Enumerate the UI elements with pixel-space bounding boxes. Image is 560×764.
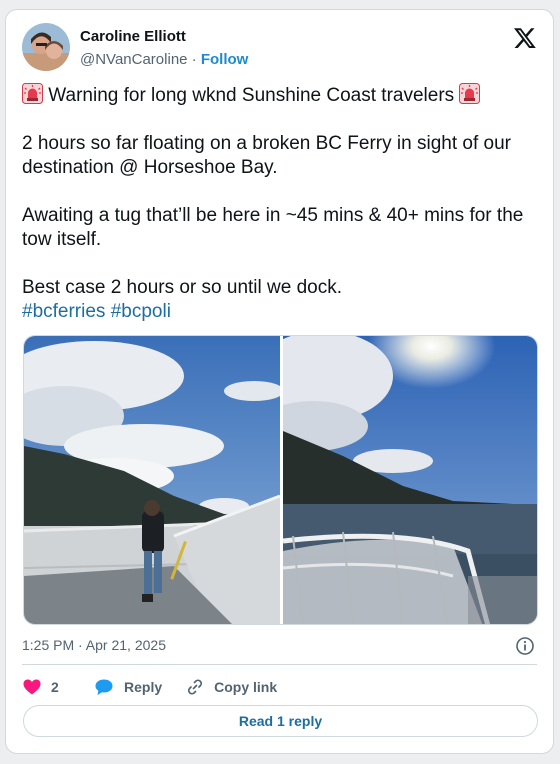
separator-dot: · [191,51,197,68]
copy-link-label: Copy link [214,679,278,695]
tweet-card: Caroline Elliott @NVanCaroline · Follow … [5,9,554,754]
like-count: 2 [51,679,59,695]
author-handle-row: @NVanCaroline · Follow [80,51,248,68]
avatar[interactable] [22,23,70,71]
info-icon[interactable] [515,636,535,656]
media-grid [23,335,538,625]
action-bar: 2 Reply Copy link [22,675,277,699]
link-icon [185,677,205,697]
copy-link-action[interactable]: Copy link [185,677,277,697]
read-replies-label: Read 1 reply [238,713,323,729]
like-button[interactable] [22,677,51,697]
tweet-text-line1: Warning for long wknd Sunshine Coast tra… [48,85,455,106]
hashtag-bcpoli[interactable]: #bcpoli [111,301,171,322]
hashtag-bcferries[interactable]: #bcferries [22,301,105,322]
tweet-body: Warning for long wknd Sunshine Coast tra… [22,83,542,324]
photo-ocean-view[interactable] [253,336,537,624]
heart-icon [22,677,42,697]
read-replies-button[interactable]: Read 1 reply [23,705,538,737]
photo-child-on-ferry-deck[interactable] [24,336,284,624]
author-handle[interactable]: @NVanCaroline [80,51,188,68]
siren-emoji-icon [459,83,481,104]
tweet-text-line4: Best case 2 hours or so until we dock. [22,277,342,298]
reply-label: Reply [124,679,163,695]
tweet-text-line2: 2 hours so far floating on a broken BC F… [22,133,511,178]
siren-emoji-icon [22,83,43,104]
reply-action[interactable]: Reply [94,677,162,697]
tweet-text-line3: Awaiting a tug that’ll be here in ~45 mi… [22,205,524,250]
x-logo-icon[interactable] [513,26,537,50]
follow-button[interactable]: Follow [201,51,249,68]
author-name[interactable]: Caroline Elliott [80,28,186,45]
timestamp[interactable]: 1:25 PM · Apr 21, 2025 [22,637,166,653]
speech-bubble-icon [94,677,114,697]
divider [22,664,537,665]
